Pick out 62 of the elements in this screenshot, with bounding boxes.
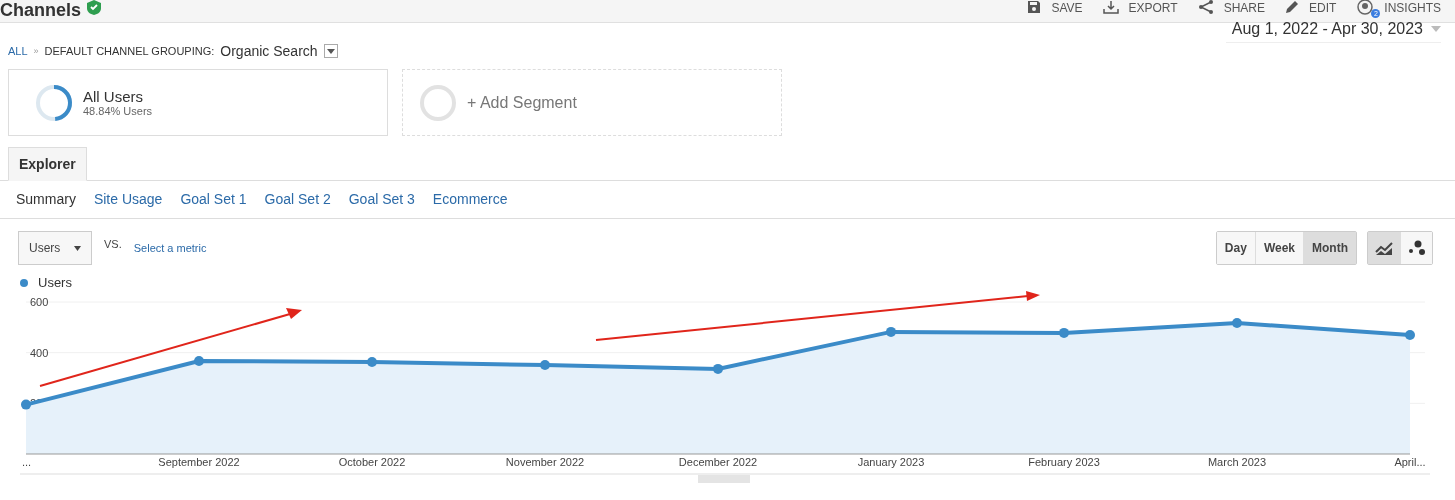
granularity-button[interactable]: Day — [1216, 232, 1255, 264]
subtab-link[interactable]: Goal Set 3 — [348, 191, 415, 207]
data-point — [713, 363, 723, 374]
caret-icon — [1431, 25, 1441, 32]
bubble-chart-button[interactable] — [1400, 232, 1432, 264]
x-axis-label: February 2023 — [1028, 456, 1100, 468]
data-point — [1059, 327, 1069, 338]
segment-title: All Users — [83, 88, 144, 105]
line-chart-button[interactable] — [1368, 232, 1400, 264]
x-axis-label: March 2023 — [1207, 456, 1267, 468]
y-axis-label: 400 — [30, 346, 49, 359]
add-segment-label: + Add Segment — [467, 93, 577, 112]
metric-dropdown[interactable]: Users — [18, 231, 92, 265]
breadcrumb-label: DEFAULT CHANNEL GROUPING: — [44, 45, 215, 57]
x-axis-label: January 2023 — [857, 456, 925, 468]
caret-icon — [74, 245, 81, 251]
dropdown-button[interactable] — [323, 44, 338, 58]
data-point — [1405, 329, 1415, 340]
subtab-link[interactable]: Goal Set 1 — [180, 191, 247, 207]
caret-icon — [326, 48, 335, 54]
data-point — [540, 360, 550, 371]
data-point — [194, 356, 204, 367]
page-title: Channels — [0, 0, 82, 20]
x-axis-label: September 2022 — [158, 456, 240, 468]
subtab-link[interactable]: Summary — [16, 191, 76, 207]
granularity-button[interactable]: Week — [1254, 232, 1303, 264]
empty-ring-icon — [419, 83, 457, 122]
select-metric-link[interactable]: Select a metric — [133, 242, 207, 254]
toolbar-button[interactable]: SHARE — [1197, 0, 1265, 18]
bubbles-icon — [1407, 240, 1426, 256]
date-range-picker[interactable]: Aug 1, 2022 - Apr 30, 2023 — [1225, 15, 1441, 43]
x-axis-label: ... — [22, 456, 32, 468]
subtab-link[interactable]: Site Usage — [93, 191, 163, 207]
x-axis-label: December 2022 — [678, 456, 758, 468]
x-axis-label: November 2022 — [505, 456, 585, 468]
breadcrumb-link[interactable]: ALL — [8, 45, 28, 57]
data-point — [1232, 318, 1242, 329]
y-axis-label: 600 — [30, 296, 49, 308]
vs-label: VS. — [104, 238, 122, 250]
toolbar-button[interactable]: EXPORT — [1102, 0, 1178, 17]
add-segment-card[interactable]: + Add Segment — [402, 69, 782, 136]
breadcrumb-value: Organic Search — [220, 43, 318, 59]
data-point — [21, 399, 31, 410]
tab[interactable]: Explorer — [8, 147, 87, 181]
x-axis-label: October 2022 — [338, 456, 406, 468]
toolbar-button[interactable]: EDIT — [1285, 0, 1337, 17]
line-chart-icon — [1375, 240, 1393, 256]
legend-label: Users — [38, 275, 72, 290]
breadcrumb-separator: » — [33, 46, 39, 56]
insights-icon — [1356, 0, 1375, 15]
pencil-icon — [1285, 0, 1299, 14]
granularity-button[interactable]: Month — [1303, 232, 1356, 264]
subtab-link[interactable]: Goal Set 2 — [264, 191, 331, 207]
data-point — [886, 326, 896, 337]
segment-subtitle: 48.84% Users — [83, 105, 153, 117]
toolbar-button[interactable]: SAVE — [1027, 0, 1083, 17]
segment-card[interactable]: All Users 48.84% Users — [8, 69, 388, 136]
subtab-link[interactable]: Ecommerce — [432, 191, 508, 207]
download-icon — [1102, 0, 1119, 14]
data-point — [367, 357, 377, 368]
share-icon — [1197, 0, 1214, 15]
x-axis-label: April... — [1394, 456, 1426, 468]
